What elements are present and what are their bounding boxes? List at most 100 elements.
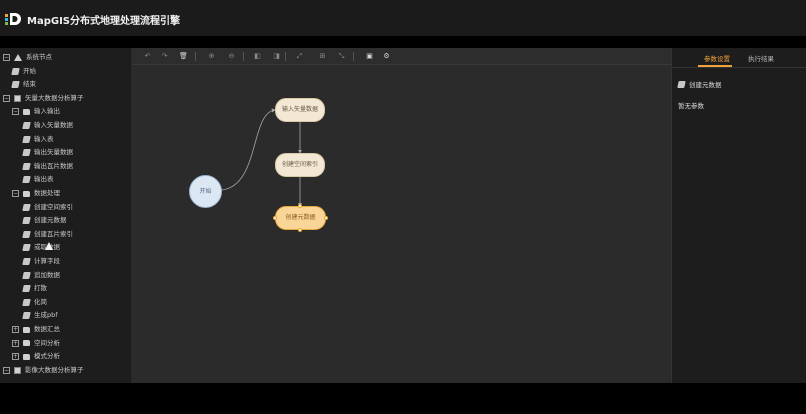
tree-item-label: 输入输出 xyxy=(34,107,60,116)
tree-item[interactable]: 生成pbf xyxy=(22,309,58,322)
tree-item-label: 输出表 xyxy=(34,175,54,184)
folder-icon xyxy=(23,190,30,197)
tree-item[interactable]: 创建空间索引 xyxy=(22,201,73,214)
node-input-vector[interactable]: 输入矢量数据 xyxy=(275,98,325,122)
tree-item[interactable]: 输出矢量数据 xyxy=(22,146,73,159)
expand-icon[interactable]: + xyxy=(12,353,19,361)
toolbar-separator xyxy=(195,52,196,61)
tree-item[interactable]: 打散 xyxy=(22,282,47,295)
tree-item[interactable]: 输出表 xyxy=(22,173,54,186)
start-node[interactable]: 开始 xyxy=(189,175,222,208)
folder-icon xyxy=(23,326,30,333)
tree-item[interactable]: 追加数据 xyxy=(22,269,60,282)
active-tab-indicator xyxy=(698,65,732,67)
undo-icon[interactable]: ↶ xyxy=(143,52,152,61)
image-icon xyxy=(14,366,21,374)
tree-item[interactable]: 创建瓦片索引 xyxy=(22,228,73,241)
tree-item[interactable]: + 模式分析 xyxy=(12,350,60,363)
tree-item[interactable]: − 影像大数据分析算子 xyxy=(3,364,84,377)
collapse-icon[interactable]: − xyxy=(3,366,10,374)
home-icon xyxy=(14,54,22,61)
tree-item[interactable]: + 空间分析 xyxy=(12,337,60,350)
tree-item-label: 数据汇总 xyxy=(34,325,60,333)
node-icon xyxy=(22,176,31,184)
collapse-icon[interactable]: − xyxy=(3,94,10,102)
tree-item[interactable]: + 数据汇总 xyxy=(12,323,60,336)
tree-item-label: 输入表 xyxy=(34,134,54,143)
header-gap xyxy=(0,36,806,48)
node-handle-bottom[interactable] xyxy=(298,228,302,232)
fit-icon[interactable]: ⤢ xyxy=(295,52,304,61)
node-handle-top[interactable] xyxy=(298,204,302,208)
settings-icon[interactable]: ⚙ xyxy=(382,52,391,61)
tree-item-label: 矢量大数据分析算子 xyxy=(25,93,84,102)
tree-item[interactable]: 化简 xyxy=(22,296,47,309)
expand-icon[interactable]: + xyxy=(12,326,19,333)
tree-item-label: 输出矢量数据 xyxy=(34,148,73,157)
tree-item-label: 影像大数据分析算子 xyxy=(25,365,84,374)
tab-results[interactable]: 执行结果 xyxy=(748,53,774,63)
tree-item[interactable]: 开始 xyxy=(11,65,36,78)
node-icon xyxy=(22,135,31,143)
tree-item[interactable]: 输出瓦片数据 xyxy=(22,160,73,173)
redo-icon[interactable]: ↷ xyxy=(160,52,169,61)
actual-size-icon[interactable]: ⊞ xyxy=(318,52,327,61)
tree-item[interactable]: 创建元数据 xyxy=(22,214,67,227)
node-icon xyxy=(22,285,31,293)
tree-item[interactable]: 输入矢量数据 xyxy=(22,119,73,132)
workflow-canvas[interactable]: 开始 输入矢量数据 创建空间索引 创建元数据 xyxy=(132,65,671,383)
toolbar-separator xyxy=(285,52,286,61)
tree-item-label: 系统节点 xyxy=(26,53,52,61)
selected-node-label: 创建元数据 xyxy=(689,81,722,89)
title-bar: MapGIS分布式地理处理流程引擎 xyxy=(0,0,806,36)
node-create-spatial-index[interactable]: 创建空间索引 xyxy=(275,153,325,177)
operator-tree[interactable]: − 系统节点 开始 结束 − 矢量大数据分析算子 − 输入输出 输入矢量数据 输入表 输出矢量数据输… xyxy=(0,48,132,383)
tree-item[interactable]: 输入表 xyxy=(22,133,54,146)
expand-icon[interactable]: + xyxy=(12,339,19,347)
bring-front-icon[interactable]: ◧ xyxy=(253,52,262,61)
image-icon xyxy=(14,94,21,102)
collapse-icon[interactable]: − xyxy=(3,54,10,61)
properties-panel: 参数设置 执行结果 创建元数据 暂无参数 xyxy=(671,48,806,383)
tree-item-label: 开始 xyxy=(23,66,36,75)
app-logo-icon xyxy=(5,13,21,25)
node-icon xyxy=(11,81,20,89)
node-handle-left[interactable] xyxy=(273,216,277,220)
node-handle-right[interactable] xyxy=(324,216,328,220)
node-icon xyxy=(22,271,31,279)
tree-item[interactable]: 或取数据 xyxy=(22,241,60,254)
zoom-out-icon[interactable]: ⊖ xyxy=(227,52,236,61)
autolayout-icon[interactable]: ⤡ xyxy=(337,52,346,61)
empty-params-text: 暂无参数 xyxy=(678,102,704,110)
tree-item-label: 创建元数据 xyxy=(34,216,67,225)
save-icon[interactable]: ▣ xyxy=(365,52,374,61)
collapse-icon[interactable]: − xyxy=(12,108,19,116)
tree-item[interactable]: − 系统节点 xyxy=(3,51,52,64)
send-back-icon[interactable]: ◨ xyxy=(272,52,281,61)
node-icon xyxy=(22,149,31,157)
node-icon xyxy=(22,230,31,238)
zoom-in-icon[interactable]: ⊕ xyxy=(207,52,216,61)
collapse-icon[interactable]: − xyxy=(12,190,19,197)
tree-item-label: 追加数据 xyxy=(34,270,60,279)
app-title: MapGIS分布式地理处理流程引擎 xyxy=(27,16,180,27)
tree-item[interactable]: − 矢量大数据分析算子 xyxy=(3,92,84,105)
tree-item[interactable]: 计算字段 xyxy=(22,255,60,268)
node-icon xyxy=(22,122,31,129)
tree-item-label: 数据处理 xyxy=(34,189,60,197)
delete-icon[interactable]: 🗑 xyxy=(179,52,188,61)
tree-item[interactable]: − 数据处理 xyxy=(12,187,60,200)
edge-start-to-input xyxy=(221,108,276,191)
node-create-metadata[interactable]: 创建元数据 xyxy=(275,206,326,230)
tree-item-label: 空间分析 xyxy=(34,338,60,347)
tree-item-label: 创建瓦片索引 xyxy=(34,229,73,238)
folder-icon xyxy=(23,108,30,115)
node-icon xyxy=(22,162,31,170)
tree-item-label: 化简 xyxy=(34,297,47,306)
toolbar-separator xyxy=(243,52,244,61)
node-icon xyxy=(22,217,31,225)
tree-item[interactable]: 结束 xyxy=(11,78,36,91)
folder-icon xyxy=(23,340,30,347)
tree-item[interactable]: − 输入输出 xyxy=(12,105,60,118)
tab-parameters[interactable]: 参数设置 xyxy=(704,53,730,63)
